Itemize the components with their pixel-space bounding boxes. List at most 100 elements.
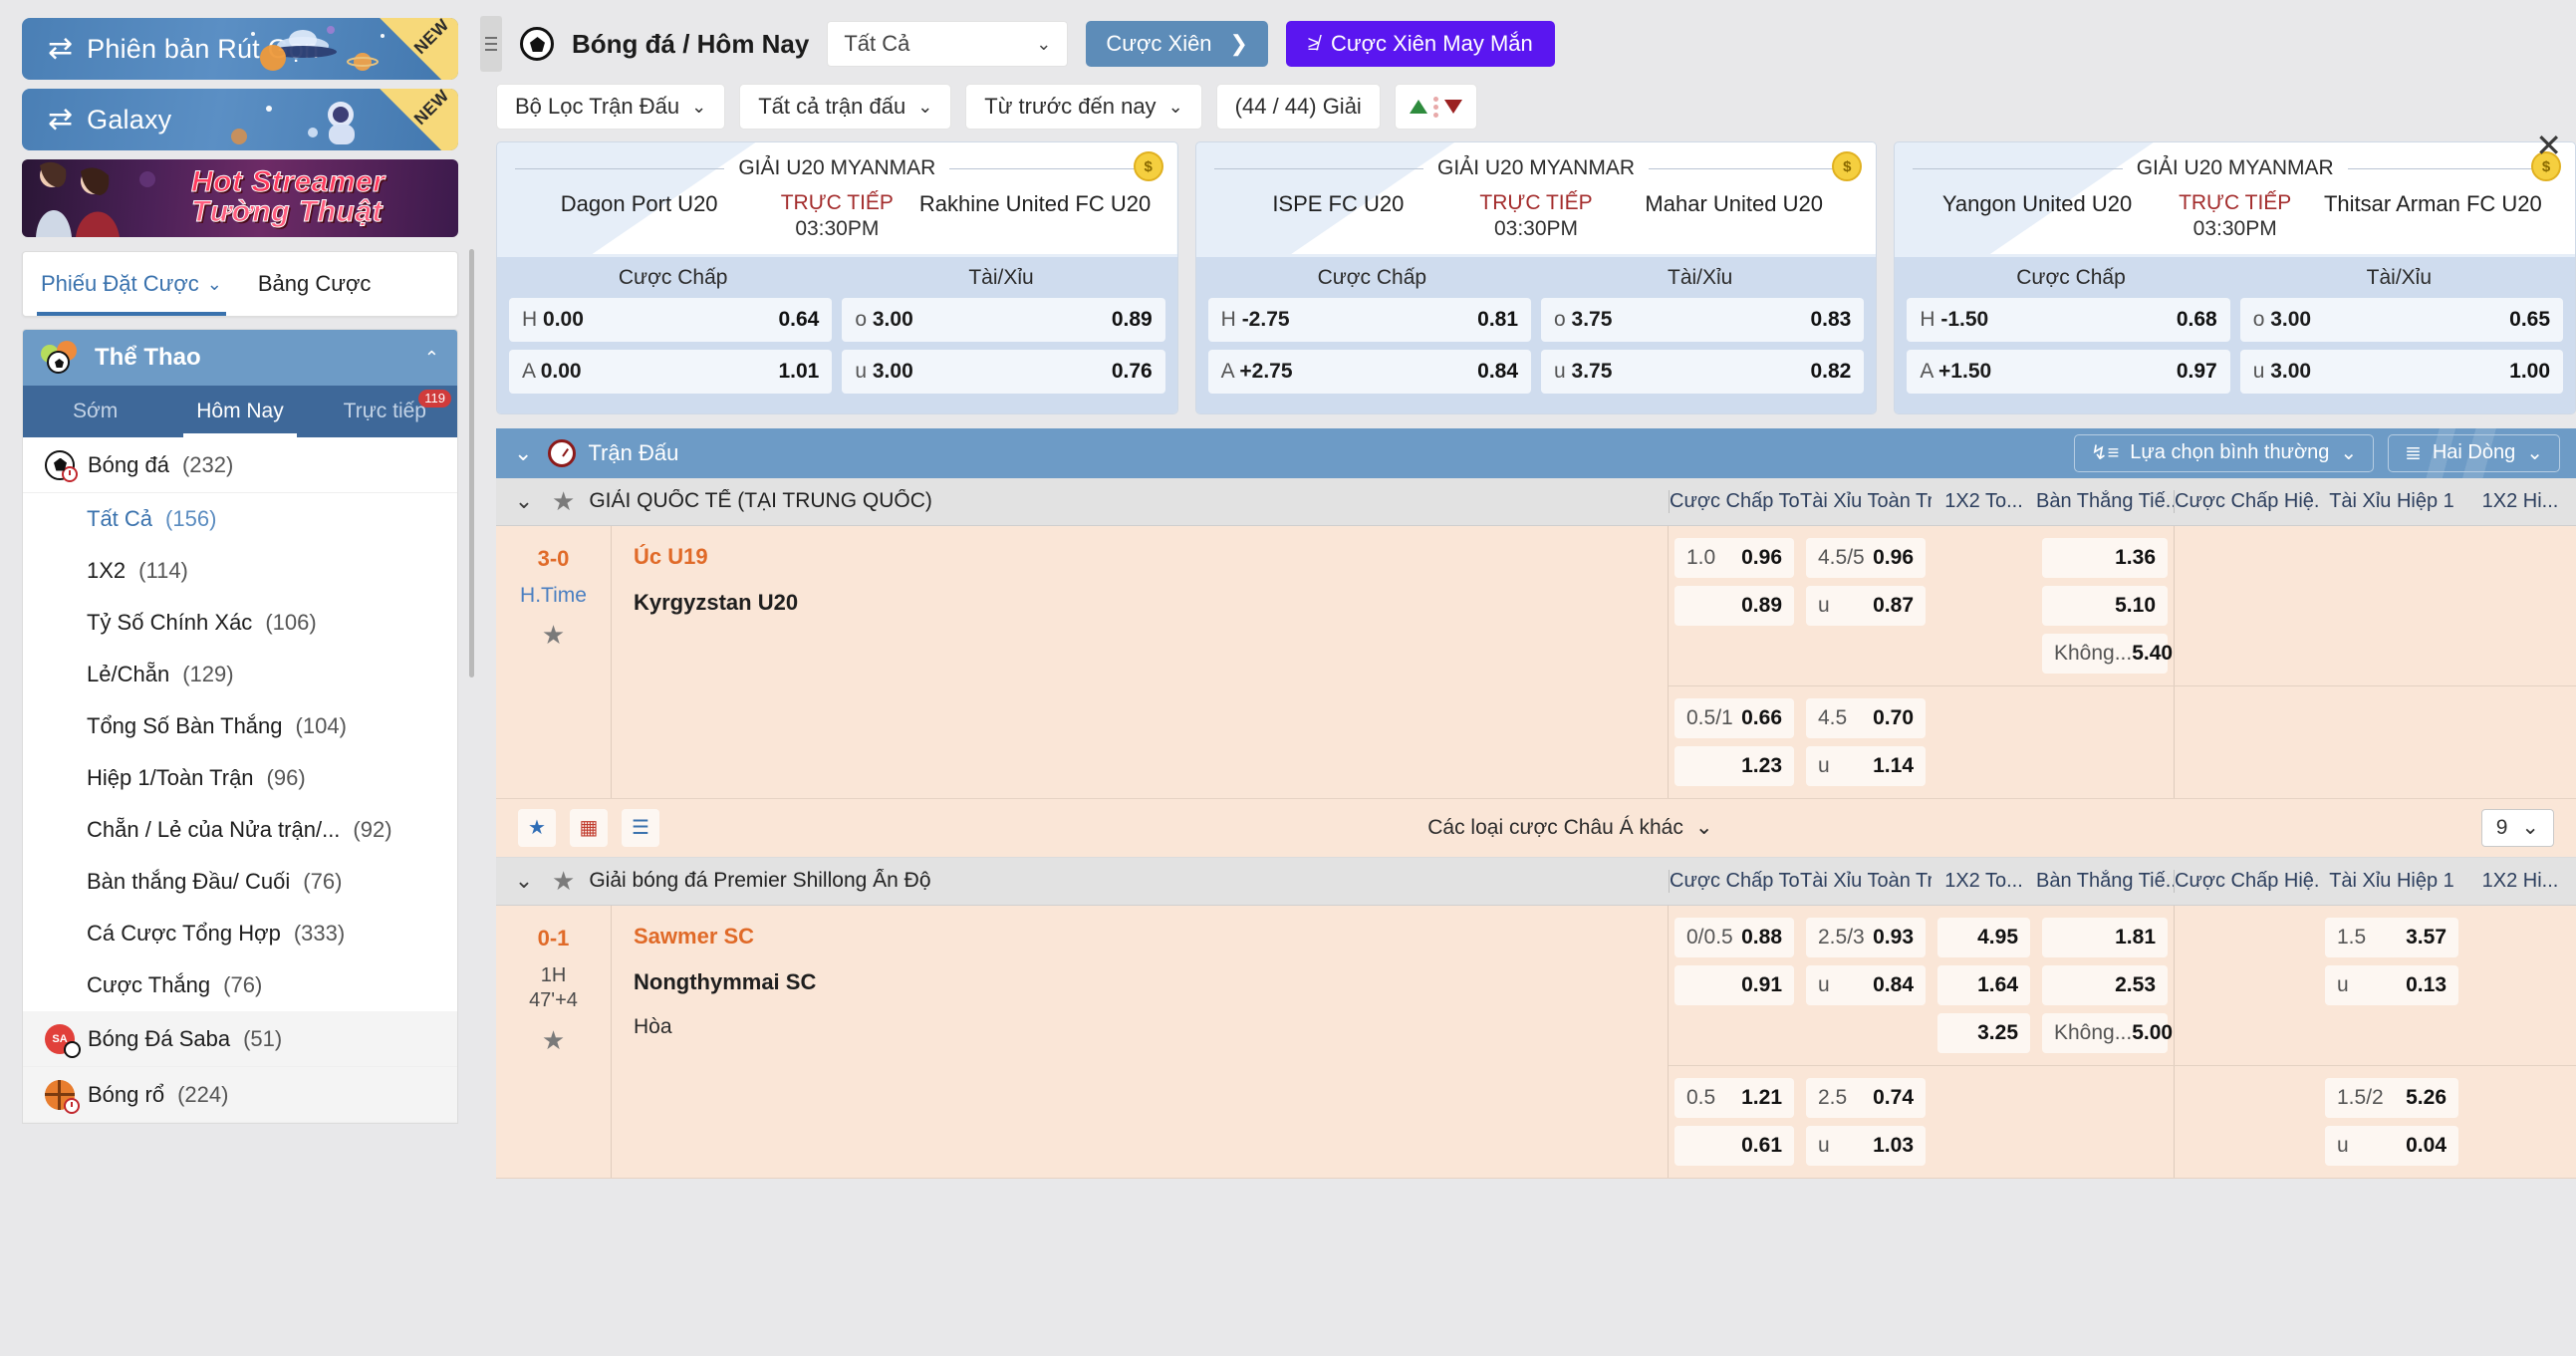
- odds-cell-over[interactable]: o 3.00 0.89: [842, 297, 1165, 342]
- card-status: TRỰC TIẾP 03:30PM: [1468, 190, 1604, 243]
- sidebar-item-saba-football[interactable]: SA Bóng Đá Saba (51): [23, 1011, 457, 1067]
- league-select[interactable]: Tất Cả ⌄: [827, 21, 1069, 67]
- odds-cell[interactable]: 4.95: [1937, 917, 2030, 957]
- odds-cell[interactable]: 5.10: [2042, 585, 2168, 626]
- sidebar-item-1x2[interactable]: 1X2 (114): [23, 545, 457, 597]
- sport-panel-header[interactable]: Thể Thao ⌃: [23, 330, 457, 386]
- more-asian-bets[interactable]: Các loại cược Châu Á khác ⌄: [659, 815, 2481, 840]
- list-view-icon[interactable]: ☰: [622, 808, 659, 847]
- sidebar-item-mix-parlay[interactable]: Cá Cược Tổng Hợp (333): [23, 908, 457, 959]
- odds-cell[interactable]: 2.53: [2042, 964, 2168, 1005]
- odds-cell[interactable]: u 0.04: [2325, 1125, 2458, 1166]
- odds-cell[interactable]: u 1.14: [1806, 745, 1926, 786]
- league-header[interactable]: ⌄ ★ GIẢI QUỐC TẾ (TẠI TRUNG QUỐC) Cược C…: [496, 477, 2576, 526]
- odds-cell[interactable]: 4.5 0.70: [1806, 697, 1926, 738]
- odds-cell[interactable]: 0.91: [1674, 964, 1794, 1005]
- cashout-coin-icon[interactable]: $: [1832, 151, 1863, 181]
- tab-today[interactable]: Hôm Nay: [167, 386, 312, 437]
- odds-cell[interactable]: Không... 5.40: [2042, 633, 2173, 674]
- odds-cell[interactable]: 1.5/2 5.26: [2325, 1077, 2458, 1118]
- odds-cell[interactable]: 1.5 3.57: [2325, 917, 2458, 957]
- odds-cell[interactable]: u 0.84: [1806, 964, 1926, 1005]
- sidebar-item-odd-even[interactable]: Lẻ/Chẵn (129): [23, 649, 457, 700]
- odds-cell-over[interactable]: o 3.75 0.83: [1541, 297, 1865, 342]
- stats-icon[interactable]: ▦: [570, 808, 608, 847]
- col-header-1x2-h1: 1X2 Hi...: [2481, 489, 2559, 512]
- card-league-name: GIẢI U20 MYANMAR: [738, 156, 936, 179]
- promo-banner-galaxy[interactable]: ⇄ Galaxy NEW: [22, 89, 458, 150]
- sidebar-item-correct-score[interactable]: Tỷ Số Chính Xác (106): [23, 597, 457, 649]
- sidebar-item-outright[interactable]: Cược Thắng (76): [23, 959, 457, 1011]
- sort-select-button[interactable]: ↯≡ Lựa chọn bình thường ⌄: [2073, 433, 2375, 472]
- odds-cell[interactable]: 0.61: [1674, 1125, 1794, 1166]
- promo-banner-simple-version[interactable]: ⇄ Phiên bản Rút Gọn NEW: [22, 18, 458, 80]
- odds-cell-under[interactable]: u 3.00 1.00: [2239, 349, 2564, 394]
- filter-all-matches[interactable]: Tất cả trận đấu ⌄: [739, 84, 952, 130]
- sidebar-item-half-odd-even[interactable]: Chẵn / Lẻ của Nửa trận/... (92): [23, 804, 457, 856]
- odds-cell-under[interactable]: u 3.75 0.82: [1541, 349, 1865, 394]
- filter-time-range[interactable]: Từ trước đến nay ⌄: [965, 84, 1202, 130]
- tab-bet-list[interactable]: Bảng Cược: [240, 252, 389, 316]
- odds-cell[interactable]: 0/0.5 0.88: [1674, 917, 1794, 957]
- odds-cell[interactable]: 1.81: [2042, 917, 2168, 957]
- favorite-star-icon[interactable]: ★: [552, 866, 575, 897]
- rows-select-button[interactable]: ≣ Hai Dòng ⌄: [2388, 433, 2560, 472]
- odds-cell[interactable]: 1.36: [2042, 537, 2168, 578]
- sidebar-item-first-last-goal[interactable]: Bàn thắng Đầu/ Cuối (76): [23, 856, 457, 908]
- more-count-select[interactable]: 9 ⌄: [2480, 808, 2554, 847]
- odds-cell[interactable]: 2.5 0.74: [1806, 1077, 1926, 1118]
- favorite-star-icon[interactable]: ★: [542, 620, 565, 651]
- odds-cell[interactable]: 2.5/3 0.93: [1806, 917, 1926, 957]
- odds-cell[interactable]: 0.5 1.21: [1674, 1077, 1794, 1118]
- tab-early[interactable]: Sớm: [23, 386, 167, 437]
- odds-cell[interactable]: 4.5/5 0.96: [1806, 537, 1926, 578]
- tab-live[interactable]: Trực tiếp 119: [313, 386, 457, 437]
- live-match-card[interactable]: GIẢI U20 MYANMAR $ Dagon Port U20 TRỰC T…: [496, 141, 1178, 414]
- hot-streamer-banner[interactable]: Hot Streamer Tường Thuật: [22, 159, 458, 237]
- tab-bet-slip[interactable]: Phiếu Đặt Cược ⌄: [23, 252, 240, 316]
- sidebar-item-football[interactable]: Bóng đá (232): [23, 437, 457, 493]
- odds-cell-handicap-home[interactable]: H -1.50 0.68: [1907, 297, 2230, 342]
- odds-cell-under[interactable]: u 3.00 0.76: [842, 349, 1165, 394]
- live-match-card[interactable]: GIẢI U20 MYANMAR $ Yangon United U20 TRỰ…: [1894, 141, 2576, 414]
- odds-cell-handicap-home[interactable]: H 0.00 0.64: [509, 297, 833, 342]
- parlay-button[interactable]: Cược Xiên ❯: [1086, 21, 1268, 67]
- odds-cell-handicap-away[interactable]: A +1.50 0.97: [1907, 349, 2230, 394]
- filter-match-filter[interactable]: Bộ Lọc Trận Đấu ⌄: [496, 84, 726, 130]
- odds-cell[interactable]: 1.64: [1937, 964, 2030, 1005]
- chevron-up-icon[interactable]: ⌃: [424, 348, 439, 369]
- sidebar-item-all[interactable]: Tất Cả (156): [23, 493, 457, 545]
- odds-cell-handicap-away[interactable]: A +2.75 0.84: [1207, 349, 1532, 394]
- odds-cell[interactable]: 0.89: [1674, 585, 1794, 626]
- drag-handle-icon[interactable]: [480, 16, 502, 72]
- odds-cell[interactable]: 3.25: [1937, 1012, 2030, 1053]
- sidebar-item-ht-ft[interactable]: Hiệp 1/Toàn Trận (96): [23, 752, 457, 804]
- odds-cell[interactable]: Không... 5.00: [2042, 1012, 2173, 1053]
- sidebar-item-total-goals[interactable]: Tổng Số Bàn Thắng (104): [23, 700, 457, 752]
- chevron-down-icon[interactable]: ⌄: [506, 440, 548, 466]
- odds-movement-toggle[interactable]: [1394, 84, 1477, 130]
- filter-league-count[interactable]: (44 / 44) Giải: [1215, 84, 1381, 130]
- odds-cell-handicap-away[interactable]: A 0.00 1.01: [509, 349, 833, 394]
- lucky-parlay-button[interactable]: ≱ Cược Xiên May Mắn: [1285, 21, 1555, 67]
- favorite-star-icon[interactable]: ★: [552, 486, 575, 517]
- live-match-card[interactable]: GIẢI U20 MYANMAR $ ISPE FC U20 TRỰC TIẾP…: [1194, 141, 1878, 414]
- sidebar-scrollbar[interactable]: [469, 249, 474, 678]
- close-icon[interactable]: ✕: [2535, 130, 2562, 161]
- odds-col-next-goal: 1.36 5.10 Không... 5.40: [2036, 526, 2174, 685]
- odds-cell-over[interactable]: o 3.00 0.65: [2239, 297, 2564, 342]
- odds-cell-handicap-home[interactable]: H -2.75 0.81: [1207, 297, 1532, 342]
- league-header[interactable]: ⌄ ★ Giải bóng đá Premier Shillong Ấn Độ …: [496, 857, 2576, 906]
- odds-cell[interactable]: 1.23: [1674, 745, 1794, 786]
- chevron-down-icon[interactable]: ⌄: [496, 488, 552, 514]
- odds-cell[interactable]: u 0.87: [1806, 585, 1926, 626]
- odds-cell[interactable]: 1.0 0.96: [1674, 537, 1794, 578]
- odds-cell[interactable]: u 1.03: [1806, 1125, 1926, 1166]
- favorite-star-icon[interactable]: ★: [542, 1025, 565, 1056]
- favorite-icon[interactable]: ★: [518, 808, 556, 847]
- cashout-coin-icon[interactable]: $: [1133, 151, 1163, 181]
- odds-cell[interactable]: u 0.13: [2325, 964, 2458, 1005]
- odds-cell[interactable]: 0.5/1 0.66: [1674, 697, 1794, 738]
- sidebar-item-basketball[interactable]: Bóng rổ (224): [23, 1067, 457, 1123]
- chevron-down-icon[interactable]: ⌄: [496, 868, 552, 894]
